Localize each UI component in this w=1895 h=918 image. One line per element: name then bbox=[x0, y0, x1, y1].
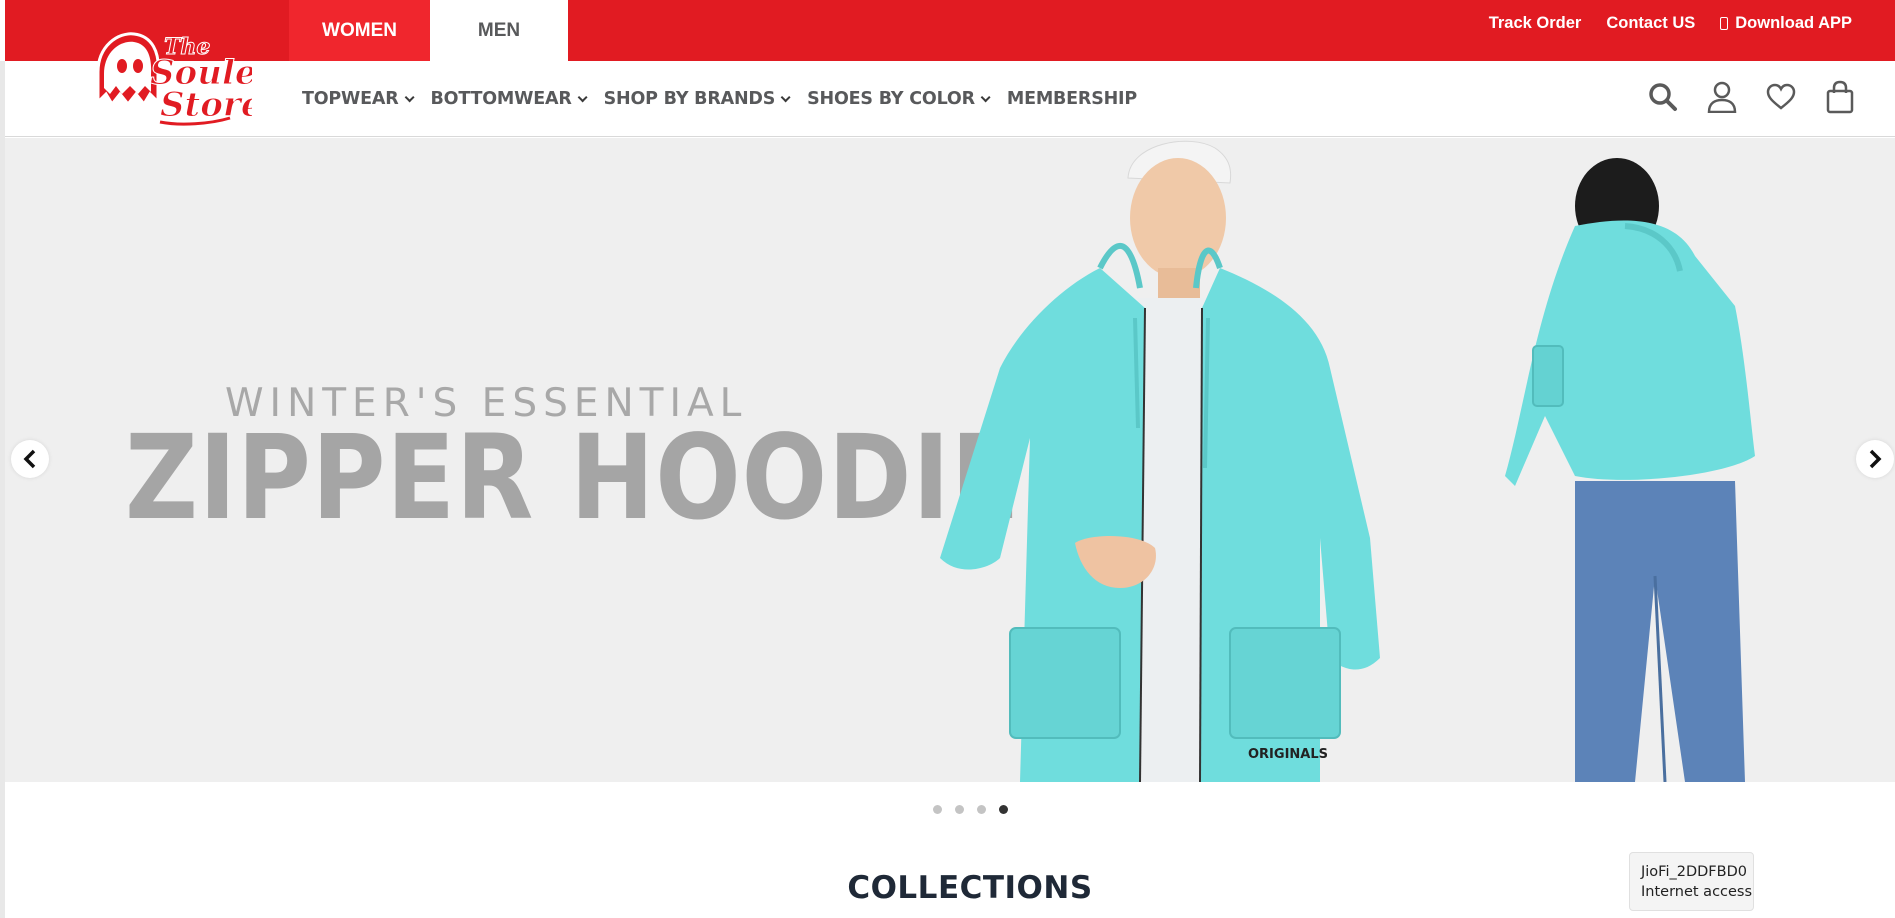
carousel-prev-button[interactable] bbox=[11, 440, 49, 478]
section-title: COLLECTIONS bbox=[847, 870, 1093, 906]
contact-us-link[interactable]: Contact US bbox=[1606, 14, 1695, 33]
carousel-dot-active[interactable] bbox=[999, 805, 1008, 814]
tab-women[interactable]: WOMEN bbox=[289, 0, 430, 62]
nav-shop-by-brands[interactable]: SHOP BY BRANDS bbox=[603, 89, 791, 109]
network-tooltip: JioFi_2DDFBD0 Internet access bbox=[1629, 852, 1754, 911]
download-app-label: Download APP bbox=[1735, 13, 1852, 32]
search-icon[interactable] bbox=[1648, 79, 1678, 115]
chevron-down-icon bbox=[404, 91, 415, 102]
nav-membership[interactable]: MEMBERSHIP bbox=[1007, 89, 1137, 109]
nav-shop-by-brands-label: SHOP BY BRANDS bbox=[603, 89, 776, 109]
hero-banner[interactable]: WINTER'S ESSENTIAL ZIPPER HOODIE ORIGINA… bbox=[5, 138, 1895, 782]
carousel-dot[interactable] bbox=[977, 805, 986, 814]
nav-bottomwear-label: BOTTOMWEAR bbox=[430, 89, 572, 109]
model-front-image: ORIGINALS bbox=[940, 140, 1380, 782]
carousel-dots bbox=[933, 805, 1008, 814]
logo[interactable]: The Souled Store bbox=[90, 24, 281, 128]
nav-bottomwear[interactable]: BOTTOMWEAR bbox=[430, 89, 588, 109]
user-icon[interactable] bbox=[1707, 79, 1737, 115]
nav-membership-label: MEMBERSHIP bbox=[1006, 89, 1137, 109]
nav-icons bbox=[1648, 79, 1855, 115]
nav-topwear-label: TOPWEAR bbox=[302, 89, 399, 109]
network-ssid: JioFi_2DDFBD0 bbox=[1641, 864, 1747, 880]
download-app-link[interactable]: Download APP bbox=[1720, 14, 1852, 33]
category-menu: TOPWEAR BOTTOMWEAR SHOP BY BRANDS SHOES … bbox=[302, 61, 1157, 137]
phone-icon bbox=[1720, 16, 1729, 30]
model-back-image bbox=[1505, 158, 1755, 782]
garment-label: ORIGINALS bbox=[1248, 747, 1328, 762]
nav-shoes-by-color[interactable]: SHOES BY COLOR bbox=[807, 89, 991, 109]
chevron-left-icon bbox=[23, 449, 36, 469]
bag-icon[interactable] bbox=[1825, 79, 1855, 115]
top-links: Track Order Contact US Download APP bbox=[1489, 0, 1852, 46]
network-status: Internet access bbox=[1641, 884, 1753, 900]
hero-title: ZIPPER HOODIE bbox=[125, 409, 1021, 546]
nav-shoes-by-color-label: SHOES BY COLOR bbox=[807, 89, 975, 109]
chevron-right-icon bbox=[1869, 449, 1882, 469]
carousel-dot[interactable] bbox=[955, 805, 964, 814]
carousel-next-button[interactable] bbox=[1856, 440, 1894, 478]
svg-text:Store: Store bbox=[160, 85, 252, 125]
track-order-link[interactable]: Track Order bbox=[1489, 14, 1582, 33]
nav-topwear[interactable]: TOPWEAR bbox=[302, 89, 415, 109]
chevron-down-icon bbox=[780, 91, 791, 102]
tab-men[interactable]: MEN bbox=[430, 0, 568, 62]
chevron-down-icon bbox=[980, 91, 991, 102]
heart-icon[interactable] bbox=[1766, 79, 1796, 115]
carousel-dot[interactable] bbox=[933, 805, 942, 814]
chevron-down-icon bbox=[577, 91, 588, 102]
